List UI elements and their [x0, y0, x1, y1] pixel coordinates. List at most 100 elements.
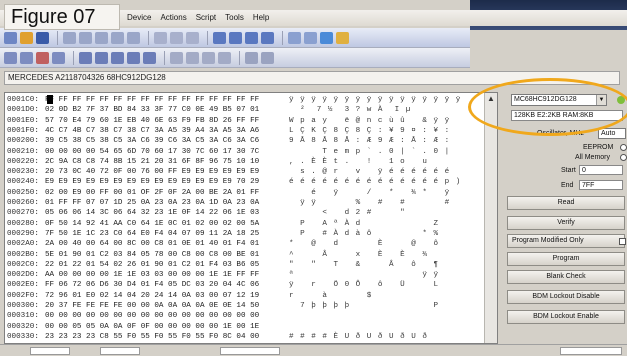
settings-icon[interactable]	[336, 31, 349, 44]
hex-editor[interactable]: 0001C0: FF FF FF FF FF FF FF FF FF FF FF …	[4, 92, 498, 344]
hex-bytes[interactable]: FF 06 72 06 D6 30 D4 01 F4 05 DC 03 20 0…	[45, 280, 279, 290]
hex-row[interactable]: 0002B0: 5E 01 90 01 C2 03 84 05 78 00 C8 …	[5, 250, 495, 260]
start-address-input[interactable]: 0	[579, 165, 623, 175]
new-icon[interactable]	[4, 31, 17, 44]
write-device-icon[interactable]	[229, 31, 242, 44]
goto-icon[interactable]	[186, 31, 199, 44]
hex-ascii[interactable]: " " T & Â ô ¶	[289, 260, 459, 270]
hex-row[interactable]: 0002F0: 72 96 01 E0 02 14 04 20 24 14 0A …	[5, 291, 495, 301]
blank-check-button[interactable]: Blank Check	[507, 270, 625, 284]
hex-row[interactable]: 000310: 00 00 00 00 00 00 00 00 00 00 00 …	[5, 311, 495, 321]
menu-help[interactable]: Help	[253, 10, 269, 26]
program-button[interactable]: Program	[507, 252, 625, 266]
hex-ascii[interactable]: ÿ r Ö 0 Ô ô Ü L	[289, 280, 459, 290]
hex-bytes[interactable]: 02 00 E9 00 FF 00 01 OF 2F 0F 2A 00 BE 2…	[45, 188, 279, 198]
cut-icon[interactable]	[63, 31, 76, 44]
hex-row[interactable]: 000240: E9 E9 E9 E9 E9 E9 E9 E9 E9 E9 E9 …	[5, 177, 495, 187]
hex-bytes[interactable]: FF FF FF FF FF FF FF FF FF FF FF FF FF F…	[45, 95, 279, 105]
stop-icon[interactable]	[36, 51, 49, 64]
hex-ascii[interactable]: é ÿ / * ¾ * ÿ	[289, 188, 459, 198]
hex-bytes[interactable]: 22 01 22 01 54 02 26 01 90 01 C2 01 F4 0…	[45, 260, 279, 270]
hex-bytes[interactable]: 2A 00 40 00 64 00 8C 00 C8 01 0E 01 40 0…	[45, 239, 279, 249]
hex-bytes[interactable]: 20 37 FE FE FE FE 00 00 0A 0A 0A 0A 0E 0…	[45, 301, 279, 311]
find-icon[interactable]	[154, 31, 167, 44]
hex-bytes[interactable]: 00 00 05 05 0A 0A 0F 0F 00 00 00 00 00 1…	[45, 322, 279, 332]
end-address-input[interactable]: 7FF	[579, 180, 623, 190]
hex-ascii[interactable]: é é é é é é é é é é é é é é p )	[289, 177, 460, 187]
redo-icon[interactable]	[127, 31, 140, 44]
hex-bytes[interactable]: 39 C5 38 C5 38 C5 3A C6 39 C6 3A C5 3A C…	[45, 136, 279, 146]
oscillator-select[interactable]: Auto	[598, 128, 626, 139]
hex-bytes[interactable]: 20 73 0C 40 72 0F 00 76 00 FF E9 E9 E9 E…	[45, 167, 279, 177]
hex-bytes[interactable]: 23 23 23 23 C8 55 F0 55 F0 55 F0 55 F0 8…	[45, 332, 279, 342]
hex-bytes[interactable]: 57 70 E4 79 60 1E EB 40 6E 63 F9 FB 8D 2…	[45, 116, 279, 126]
hex-bytes[interactable]: AA 00 00 00 00 1E 1E 03 03 00 00 00 1E 1…	[45, 270, 279, 280]
hex-bytes[interactable]: 72 96 01 E0 02 14 04 20 24 14 0A 03 00 0…	[45, 291, 279, 301]
hex-row[interactable]: 000270: 05 06 06 14 3C 06 64 32 23 1E 0F …	[5, 208, 495, 218]
hex-view-icon[interactable]	[79, 51, 92, 64]
hex-ascii[interactable]: P # À d à ô * %	[289, 229, 459, 239]
hex-bytes[interactable]: 00 00 00 00 54 65 6D 70 60 17 30 7C 60 1…	[45, 147, 279, 157]
read-device-icon[interactable]	[213, 31, 226, 44]
hex-ascii[interactable]: ª ÿ ÿ	[289, 270, 459, 280]
hex-ascii[interactable]: # # # # È U ð U ð U ð U ð	[289, 332, 459, 342]
pause-icon[interactable]	[261, 51, 274, 64]
window-icon[interactable]	[288, 31, 301, 44]
hex-bytes[interactable]: 05 06 06 14 3C 06 64 32 23 1E 0F 14 22 0…	[45, 208, 279, 218]
menu-tools[interactable]: Tools	[225, 10, 244, 26]
hex-row[interactable]: 000210: 00 00 00 00 54 65 6D 70 60 17 30 …	[5, 147, 495, 157]
save-icon[interactable]	[36, 31, 49, 44]
hex-ascii[interactable]: W p a y ë @ n c ù û & ÿ ÿ	[289, 116, 459, 126]
hex-bytes[interactable]: 01 FF FF 07 07 1D 25 0A 23 0A 23 0A 1D 0…	[45, 198, 279, 208]
menu-script[interactable]: Script	[196, 10, 216, 26]
hex-ascii[interactable]: ÿ ÿ ÿ ÿ ÿ ÿ ÿ ÿ ÿ ÿ ÿ ÿ ÿ ÿ ÿ ÿ	[289, 95, 460, 105]
compare-icon[interactable]	[143, 51, 156, 64]
hex-row[interactable]: 000320: 00 00 05 05 0A 0A 0F 0F 00 00 00 …	[5, 322, 495, 332]
hex-row[interactable]: 000220: 2C 9A C8 C8 74 8B 15 21 20 31 6F …	[5, 157, 495, 167]
zoom-out-icon[interactable]	[186, 51, 199, 64]
hex-row[interactable]: 0001F0: 4C C7 4B C7 38 C7 38 C7 3A A5 39 …	[5, 126, 495, 136]
checksum-icon[interactable]	[127, 51, 140, 64]
info-icon[interactable]	[320, 31, 333, 44]
hex-ascii[interactable]: T e m p ` . 0 | ` . 0 |	[289, 147, 459, 157]
hex-ascii[interactable]: 9 Å 8 Å 8 Å : Æ 9 Æ : Å : Æ :	[289, 136, 459, 146]
hex-row[interactable]: 000200: 39 C5 38 C5 38 C5 3A C6 39 C6 3A …	[5, 136, 495, 146]
play-icon[interactable]	[245, 51, 258, 64]
hex-bytes[interactable]: 2C 9A C8 C8 74 8B 15 21 20 31 6F 8F 96 7…	[45, 157, 279, 167]
zoom-in-icon[interactable]	[170, 51, 183, 64]
hex-ascii[interactable]: r à $	[289, 291, 459, 301]
hex-bytes[interactable]: E9 E9 E9 E9 E9 E9 E9 E9 E9 E9 E9 E9 E9 E…	[45, 177, 279, 187]
hex-row[interactable]: 000330: 23 23 23 23 C8 55 F0 55 F0 55 F0 …	[5, 332, 495, 342]
verify-device-icon[interactable]	[245, 31, 258, 44]
open-icon[interactable]	[20, 31, 33, 44]
hex-ascii[interactable]: , . È È t . ! 1 o u	[289, 157, 459, 167]
hex-ascii[interactable]: P A ª À d Z	[289, 219, 459, 229]
read-button[interactable]: Read	[507, 196, 625, 210]
copy-icon[interactable]	[79, 31, 92, 44]
hex-bytes[interactable]: 0F 50 14 92 41 AA C0 64 1E 0C 01 02 00 0…	[45, 219, 279, 229]
hex-row[interactable]: 000250: 02 00 E9 00 FF 00 01 OF 2F 0F 2A …	[5, 188, 495, 198]
ascii-view-icon[interactable]	[95, 51, 108, 64]
bdm-lockout-disable-button[interactable]: BDM Lockout Disable	[507, 290, 625, 304]
menu-device[interactable]: Device	[127, 10, 151, 26]
hex-row[interactable]: 0001E0: 57 70 E4 79 60 1E EB 40 6E 63 F9 …	[5, 116, 495, 126]
hex-ascii[interactable]: ^ Â x È È ¾	[289, 250, 459, 260]
vertical-scrollbar[interactable]: ▲	[484, 93, 497, 343]
hex-row[interactable]: 0002C0: 22 01 22 01 54 02 26 01 90 01 C2 …	[5, 260, 495, 270]
hex-bytes[interactable]: 7F 50 1E 1C 23 C0 64 E0 F4 04 07 09 11 2…	[45, 229, 279, 239]
hex-bytes[interactable]: 5E 01 90 01 C2 03 84 05 78 00 C8 00 C8 0…	[45, 250, 279, 260]
hex-row[interactable]: 0002E0: FF 06 72 06 D6 30 D4 01 F4 05 DC …	[5, 280, 495, 290]
program-modified-only-checkbox[interactable]	[619, 238, 626, 245]
fill-icon[interactable]	[111, 51, 124, 64]
bookmark-icon[interactable]	[202, 51, 215, 64]
all-memory-radio[interactable]	[620, 154, 627, 161]
undo-icon[interactable]	[111, 31, 124, 44]
hex-bytes[interactable]: 02 0D B2 7F 37 BD 84 33 3F 77 C0 0E 49 B…	[45, 105, 279, 115]
hex-ascii[interactable]: < d 2 # "	[289, 208, 459, 218]
hex-row[interactable]: 000300: 20 37 FE FE FE FE 00 00 0A 0A 0A …	[5, 301, 495, 311]
refresh-icon[interactable]	[52, 51, 65, 64]
hex-row[interactable]: 000230: 20 73 0C 40 72 0F 00 76 00 FF E9 …	[5, 167, 495, 177]
paste-icon[interactable]	[95, 31, 108, 44]
eeprom-radio[interactable]	[620, 144, 627, 151]
hex-row[interactable]: 000280: 0F 50 14 92 41 AA C0 64 1E 0C 01 …	[5, 219, 495, 229]
